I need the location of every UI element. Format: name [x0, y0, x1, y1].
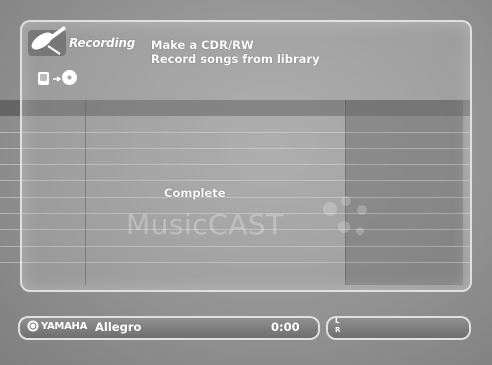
station-name: Allegro — [95, 320, 142, 334]
status-message: Complete — [164, 186, 226, 200]
left-channel-label: L — [335, 317, 340, 325]
menu-item-make-cdr[interactable]: Make a CDR/RW — [151, 38, 254, 52]
menu-item-record-songs[interactable]: Record songs from library — [151, 52, 320, 66]
brand-label: YAMAHA — [41, 321, 88, 332]
arrow-icon — [53, 76, 61, 82]
watermark-dots-icon — [323, 196, 367, 235]
hdd-icon — [38, 72, 49, 85]
mode-title: Recording — [69, 36, 136, 50]
level-meter — [326, 316, 471, 340]
recording-satellite-icon — [28, 26, 66, 56]
musiccast-watermark: MusicCAST — [126, 208, 284, 241]
right-channel-label: R — [335, 326, 341, 334]
screen: Recording Make a CDR/RW Record songs fro… — [0, 0, 492, 365]
yamaha-logo-icon — [27, 320, 39, 332]
elapsed-time: 0:00 — [271, 320, 300, 334]
cd-icon — [62, 70, 77, 85]
